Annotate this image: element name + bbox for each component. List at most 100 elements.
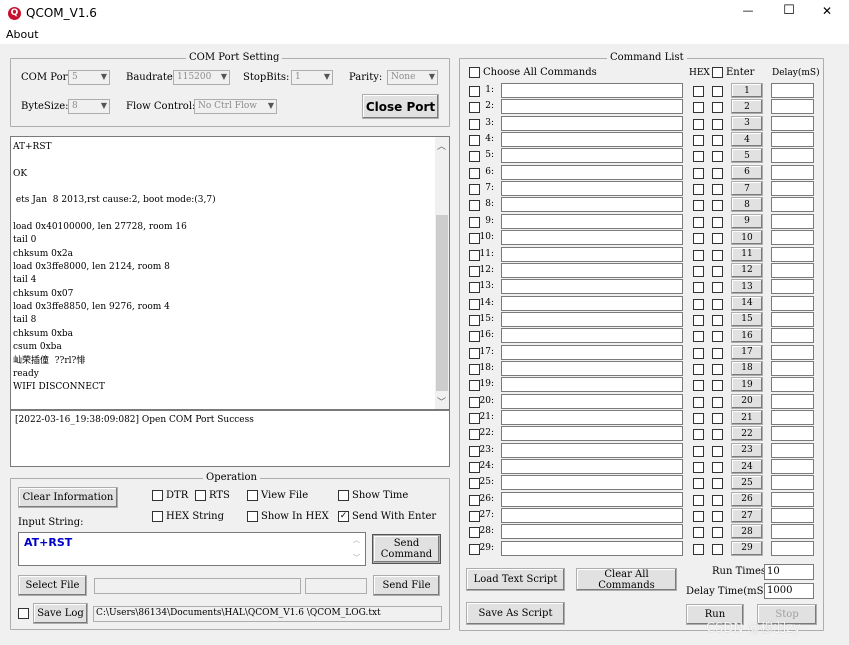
send-command-button[interactable]: Send Command bbox=[372, 534, 441, 564]
command-input-field[interactable] bbox=[501, 540, 683, 556]
status-log-area[interactable]: [2022-03-16_19:38:09:082] Open COM Port … bbox=[10, 410, 450, 467]
command-delay-field[interactable] bbox=[771, 328, 814, 344]
command-send-button[interactable]: 22 bbox=[731, 426, 763, 442]
enter-all-checkbox[interactable] bbox=[712, 67, 723, 78]
command-input-field[interactable] bbox=[501, 83, 683, 98]
command-delay-field[interactable] bbox=[771, 410, 814, 425]
baudrate-select[interactable]: 115200 ▼ bbox=[173, 70, 230, 85]
delay-time-field[interactable]: 1000 bbox=[764, 583, 814, 599]
command-input-field[interactable] bbox=[501, 393, 683, 409]
command-enter-checkbox[interactable] bbox=[712, 184, 723, 196]
command-hex-checkbox[interactable] bbox=[693, 298, 704, 310]
command-input-field[interactable] bbox=[501, 295, 683, 311]
clear-information-button[interactable]: Clear Information bbox=[18, 487, 118, 508]
command-delay-field[interactable] bbox=[771, 426, 814, 442]
command-enter-checkbox[interactable] bbox=[712, 118, 723, 130]
send-with-enter-checkbox[interactable]: ✓ bbox=[338, 511, 349, 522]
file-info-field[interactable] bbox=[305, 578, 367, 594]
command-send-button[interactable]: 24 bbox=[731, 459, 763, 475]
command-delay-field[interactable] bbox=[771, 311, 814, 327]
command-send-button[interactable]: 18 bbox=[731, 360, 763, 376]
com-port-select[interactable]: 5 ▼ bbox=[68, 70, 110, 85]
dtr-checkbox[interactable] bbox=[152, 490, 163, 501]
command-hex-checkbox[interactable] bbox=[693, 527, 704, 539]
stopbits-select[interactable]: 1 ▼ bbox=[291, 70, 333, 85]
command-hex-checkbox[interactable] bbox=[693, 86, 704, 97]
parity-select[interactable]: None ▼ bbox=[387, 70, 438, 85]
command-hex-checkbox[interactable] bbox=[693, 118, 704, 130]
command-delay-field[interactable] bbox=[771, 262, 814, 278]
command-delay-field[interactable] bbox=[771, 475, 814, 491]
minimize-button[interactable]: — bbox=[733, 4, 763, 17]
command-delay-field[interactable] bbox=[771, 295, 814, 311]
command-delay-field[interactable] bbox=[771, 83, 814, 98]
command-hex-checkbox[interactable] bbox=[693, 151, 704, 163]
command-input-field[interactable] bbox=[501, 132, 683, 148]
command-hex-checkbox[interactable] bbox=[693, 249, 704, 261]
command-hex-checkbox[interactable] bbox=[693, 200, 704, 212]
command-send-button[interactable]: 13 bbox=[731, 279, 763, 295]
rts-checkbox[interactable] bbox=[195, 490, 206, 501]
command-delay-field[interactable] bbox=[771, 148, 814, 164]
command-enter-checkbox[interactable] bbox=[712, 413, 723, 424]
command-send-button[interactable]: 1 bbox=[731, 83, 763, 98]
command-hex-checkbox[interactable] bbox=[693, 396, 704, 408]
command-hex-checkbox[interactable] bbox=[693, 216, 704, 228]
command-input-field[interactable] bbox=[501, 213, 683, 229]
command-hex-checkbox[interactable] bbox=[693, 331, 704, 343]
command-hex-checkbox[interactable] bbox=[693, 102, 704, 114]
command-delay-field[interactable] bbox=[771, 459, 814, 475]
command-hex-checkbox[interactable] bbox=[693, 511, 704, 523]
command-enter-checkbox[interactable] bbox=[712, 200, 723, 212]
command-send-button[interactable]: 20 bbox=[731, 393, 763, 409]
command-delay-field[interactable] bbox=[771, 197, 814, 213]
command-delay-field[interactable] bbox=[771, 246, 814, 262]
command-input-field[interactable] bbox=[501, 442, 683, 458]
command-enter-checkbox[interactable] bbox=[712, 380, 723, 392]
command-delay-field[interactable] bbox=[771, 344, 814, 360]
bytesize-select[interactable]: 8 ▼ bbox=[68, 99, 110, 114]
command-delay-field[interactable] bbox=[771, 360, 814, 376]
command-input-field[interactable] bbox=[501, 459, 683, 475]
command-hex-checkbox[interactable] bbox=[693, 184, 704, 196]
command-input-field[interactable] bbox=[501, 115, 683, 131]
command-enter-checkbox[interactable] bbox=[712, 151, 723, 163]
flow-control-select[interactable]: No Ctrl Flow ▼ bbox=[194, 99, 277, 114]
command-input-field[interactable] bbox=[501, 524, 683, 540]
command-hex-checkbox[interactable] bbox=[693, 543, 704, 555]
command-input-field[interactable] bbox=[501, 279, 683, 295]
command-send-button[interactable]: 27 bbox=[731, 508, 763, 524]
command-hex-checkbox[interactable] bbox=[693, 445, 704, 457]
command-enter-checkbox[interactable] bbox=[712, 363, 723, 375]
close-window-button[interactable]: ✕ bbox=[812, 4, 842, 18]
command-hex-checkbox[interactable] bbox=[693, 478, 704, 490]
command-send-button[interactable]: 23 bbox=[731, 442, 763, 458]
command-hex-checkbox[interactable] bbox=[693, 135, 704, 147]
receive-log-area[interactable]: AT+RST OK ets Jan 8 2013,rst cause:2, bo… bbox=[10, 136, 450, 410]
command-input-field[interactable] bbox=[501, 148, 683, 164]
load-text-script-button[interactable]: Load Text Script bbox=[466, 568, 565, 591]
input-scroll-up-icon[interactable]: ︿ bbox=[353, 535, 360, 545]
command-delay-field[interactable] bbox=[771, 540, 814, 556]
command-delay-field[interactable] bbox=[771, 279, 814, 295]
save-as-script-button[interactable]: Save As Script bbox=[466, 602, 565, 625]
clear-all-commands-button[interactable]: Clear All Commands bbox=[576, 568, 677, 591]
command-enter-checkbox[interactable] bbox=[712, 314, 723, 326]
show-time-checkbox[interactable] bbox=[338, 490, 349, 501]
command-enter-checkbox[interactable] bbox=[712, 135, 723, 147]
hex-string-checkbox[interactable] bbox=[152, 511, 163, 522]
command-send-button[interactable]: 19 bbox=[731, 377, 763, 393]
choose-all-checkbox[interactable] bbox=[469, 67, 480, 78]
command-input-field[interactable] bbox=[501, 164, 683, 180]
command-delay-field[interactable] bbox=[771, 442, 814, 458]
command-send-button[interactable]: 29 bbox=[731, 540, 763, 556]
command-delay-field[interactable] bbox=[771, 181, 814, 197]
command-hex-checkbox[interactable] bbox=[693, 363, 704, 375]
command-input-field[interactable] bbox=[501, 197, 683, 213]
log-path-field[interactable]: C:\Users\86134\Documents\HAL\QCOM_V1.6 \… bbox=[93, 606, 442, 622]
command-enter-checkbox[interactable] bbox=[712, 347, 723, 359]
command-delay-field[interactable] bbox=[771, 393, 814, 409]
save-log-button[interactable]: Save Log bbox=[33, 603, 88, 624]
command-send-button[interactable]: 15 bbox=[731, 311, 763, 327]
command-enter-checkbox[interactable] bbox=[712, 494, 723, 506]
